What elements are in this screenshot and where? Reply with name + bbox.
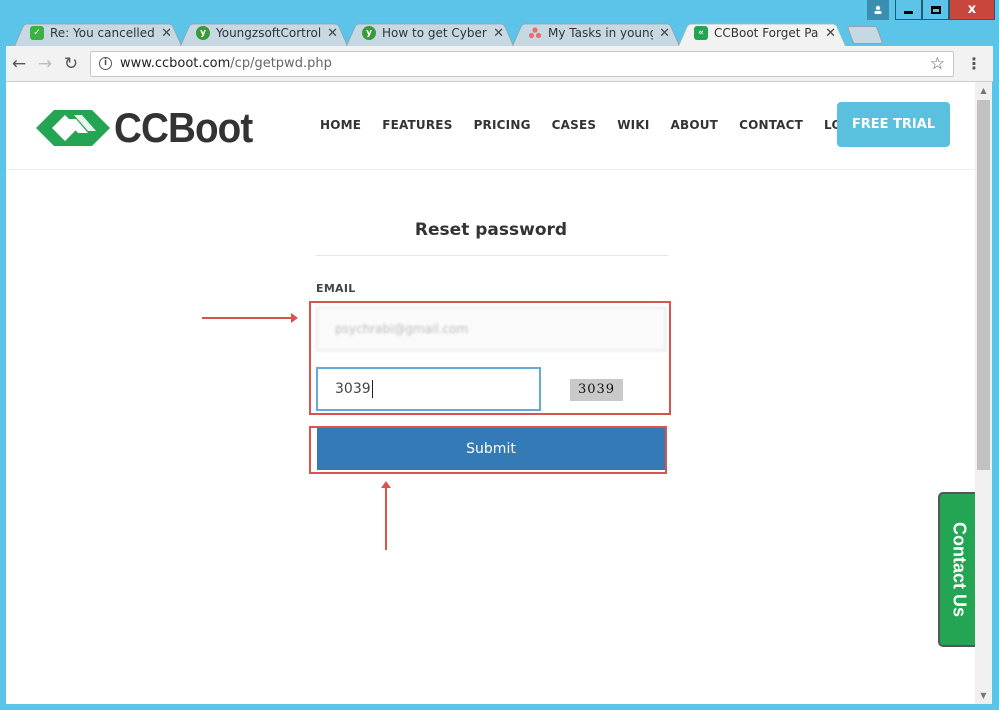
chat-check-icon: ✓: [30, 26, 44, 40]
nav-about[interactable]: ABOUT: [670, 118, 718, 132]
tab-title: YoungzsoftCortrol Pa: [216, 26, 322, 40]
browser-tab[interactable]: ✓ Re: You cancelled au ✕: [14, 20, 182, 46]
browser-tab-active[interactable]: « CCBoot Forget Passw ✕: [678, 20, 846, 46]
vertical-scrollbar[interactable]: ▲ ▼: [975, 82, 992, 704]
annotation-arrow-up: [381, 481, 391, 550]
captcha-image[interactable]: 3039: [570, 379, 623, 401]
close-window-button[interactable]: x: [949, 0, 995, 20]
browser-tab[interactable]: y YoungzsoftCortrol Pa ✕: [180, 20, 348, 46]
tab-title: CCBoot Forget Passw: [714, 26, 819, 40]
user-icon: [874, 5, 882, 14]
text-caret: [371, 380, 373, 398]
nav-home[interactable]: HOME: [320, 118, 361, 132]
main-nav: HOME FEATURES PRICING CASES WIKI ABOUT C…: [320, 118, 888, 132]
ccboot-icon: «: [694, 26, 708, 40]
window-border: [0, 704, 999, 710]
submit-button[interactable]: Submit: [317, 428, 665, 470]
tab-title: My Tasks in youngzs: [548, 26, 653, 40]
site-header: CCBoot HOME FEATURES PRICING CASES WIKI …: [6, 82, 975, 170]
tab-close-icon[interactable]: ✕: [161, 26, 172, 41]
maximize-icon: [930, 5, 941, 14]
annotation-arrow-right: [202, 313, 298, 323]
contact-us-button[interactable]: Contact Us: [938, 492, 975, 647]
window-controls: x: [867, 0, 995, 20]
ccboot-logo[interactable]: CCBoot: [36, 104, 264, 152]
asana-icon: [528, 26, 542, 40]
address-bar[interactable]: i www.ccboot.com/cp/getpwd.php ☆: [90, 50, 954, 77]
forward-button[interactable]: →: [32, 54, 58, 74]
captcha-field[interactable]: 3039: [316, 367, 541, 411]
page-viewport: CCBoot HOME FEATURES PRICING CASES WIKI …: [6, 82, 975, 704]
tab-close-icon[interactable]: ✕: [825, 26, 836, 41]
email-value: psychrabi@gmail.com: [335, 322, 469, 336]
nav-wiki[interactable]: WIKI: [617, 118, 649, 132]
contact-us-label: Contact Us: [949, 521, 970, 617]
captcha-value: 3039: [335, 381, 371, 397]
back-button[interactable]: ←: [6, 54, 32, 74]
tab-strip: ✓ Re: You cancelled au ✕ y YoungzsoftCor…: [14, 20, 880, 46]
tab-close-icon[interactable]: ✕: [659, 26, 670, 41]
tab-close-icon[interactable]: ✕: [327, 26, 338, 41]
new-tab-button[interactable]: [850, 26, 880, 44]
nav-features[interactable]: FEATURES: [382, 118, 452, 132]
url-host: www.ccboot.com: [120, 56, 231, 71]
browser-toolbar: ← → ↻ i www.ccboot.com/cp/getpwd.php ☆ ⋮: [6, 46, 993, 82]
reload-button[interactable]: ↻: [58, 54, 84, 74]
ccboot-logo-icon: [36, 110, 110, 146]
url-path: /cp/getpwd.php: [230, 56, 332, 71]
close-icon: x: [967, 2, 977, 17]
minimize-button[interactable]: [895, 0, 922, 20]
title-divider: [316, 255, 668, 256]
bookmark-star-icon[interactable]: ☆: [930, 54, 945, 74]
browser-tab[interactable]: y How to get CyberCC ✕: [346, 20, 514, 46]
profile-button[interactable]: [867, 0, 889, 20]
email-label: EMAIL: [316, 282, 356, 295]
kebab-menu-icon[interactable]: ⋮: [962, 54, 986, 73]
scroll-up-arrow-icon[interactable]: ▲: [975, 82, 992, 99]
window-border: [992, 82, 999, 710]
page-title: Reset password: [414, 220, 568, 240]
tab-title: Re: You cancelled au: [50, 26, 155, 40]
info-icon[interactable]: i: [99, 57, 112, 70]
scrollbar-thumb[interactable]: [977, 100, 990, 470]
window-titlebar: x: [0, 0, 999, 20]
youngzsoft-icon: y: [362, 26, 376, 40]
minimize-icon: [904, 11, 913, 14]
browser-tab[interactable]: My Tasks in youngzs ✕: [512, 20, 680, 46]
email-field[interactable]: psychrabi@gmail.com: [316, 307, 666, 351]
maximize-button[interactable]: [922, 0, 949, 20]
free-trial-button[interactable]: FREE TRIAL: [837, 102, 950, 147]
scroll-down-arrow-icon[interactable]: ▼: [975, 687, 992, 704]
youngzsoft-icon: y: [196, 26, 210, 40]
logo-text: CCBoot: [114, 104, 253, 151]
nav-contact[interactable]: CONTACT: [739, 118, 803, 132]
nav-pricing[interactable]: PRICING: [474, 118, 531, 132]
tab-title: How to get CyberCC: [382, 26, 487, 40]
tab-close-icon[interactable]: ✕: [493, 26, 504, 41]
nav-cases[interactable]: CASES: [552, 118, 597, 132]
